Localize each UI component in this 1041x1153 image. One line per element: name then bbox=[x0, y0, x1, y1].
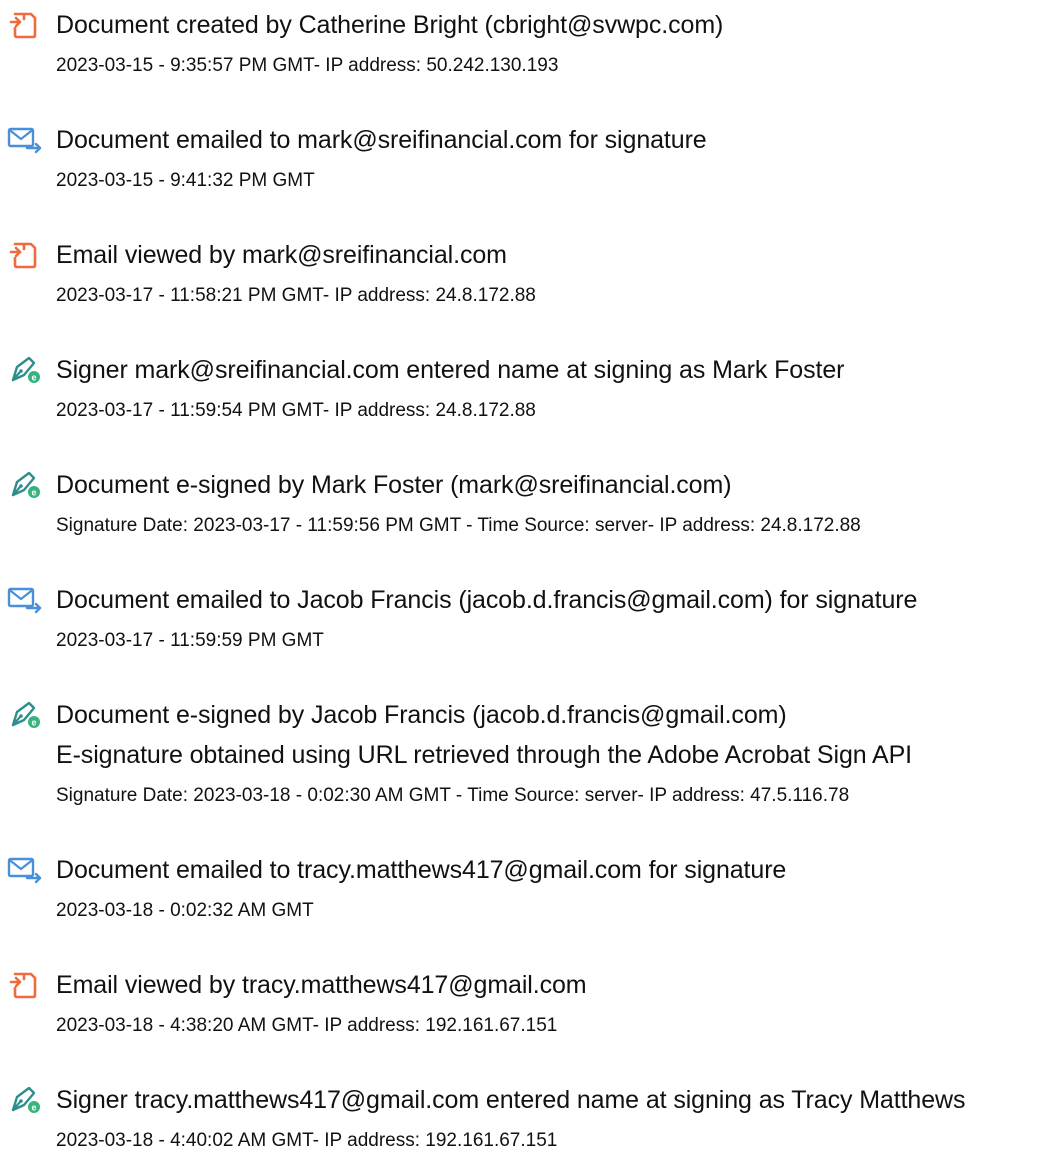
signature-pen-icon bbox=[7, 355, 43, 385]
email-sent-icon bbox=[7, 585, 43, 615]
event-title: Email viewed by mark@sreifinancial.com bbox=[56, 241, 507, 269]
event-timestamp: 2023-03-15 - 9:41:32 PM GMT bbox=[56, 170, 315, 191]
event-timestamp: 2023-03-17 - 11:59:59 PM GMT bbox=[56, 630, 324, 651]
event-title: Signer tracy.matthews417@gmail.com enter… bbox=[56, 1086, 966, 1114]
email-viewed-icon bbox=[7, 240, 43, 270]
signature-pen-icon bbox=[7, 700, 43, 730]
event-title: Document emailed to Jacob Francis (jacob… bbox=[56, 586, 918, 614]
event-timestamp: 2023-03-18 - 4:40:02 AM GMT- IP address:… bbox=[56, 1130, 558, 1151]
event-timestamp: 2023-03-18 - 0:02:32 AM GMT bbox=[56, 900, 314, 921]
event-title: Document emailed to tracy.matthews417@gm… bbox=[56, 856, 787, 884]
event-timestamp: 2023-03-17 - 11:58:21 PM GMT- IP address… bbox=[56, 285, 536, 306]
event-timestamp: 2023-03-17 - 11:59:54 PM GMT- IP address… bbox=[56, 400, 536, 421]
event-title: Document e-signed by Mark Foster (mark@s… bbox=[56, 471, 732, 499]
event-timestamp: 2023-03-18 - 4:38:20 AM GMT- IP address:… bbox=[56, 1015, 558, 1036]
event-title: Document e-signed by Jacob Francis (jaco… bbox=[56, 701, 787, 729]
event-timestamp: Signature Date: 2023-03-17 - 11:59:56 PM… bbox=[56, 515, 861, 536]
email-viewed-icon bbox=[7, 970, 43, 1000]
event-subtitle: E-signature obtained using URL retrieved… bbox=[56, 741, 913, 769]
email-sent-icon bbox=[7, 125, 43, 155]
event-timestamp: 2023-03-15 - 9:35:57 PM GMT- IP address:… bbox=[56, 55, 559, 76]
audit-trail-event-list: Document created by Catherine Bright (cb… bbox=[0, 0, 1041, 1151]
email-sent-icon bbox=[7, 855, 43, 885]
event-title: Document created by Catherine Bright (cb… bbox=[56, 11, 724, 39]
event-title: Document emailed to mark@sreifinancial.c… bbox=[56, 126, 707, 154]
event-title: Email viewed by tracy.matthews417@gmail.… bbox=[56, 971, 587, 999]
event-timestamp: Signature Date: 2023-03-18 - 0:02:30 AM … bbox=[56, 785, 850, 806]
document-created-icon bbox=[7, 10, 43, 40]
signature-pen-icon bbox=[7, 1085, 43, 1115]
event-title: Signer mark@sreifinancial.com entered na… bbox=[56, 356, 845, 384]
signature-pen-icon bbox=[7, 470, 43, 500]
